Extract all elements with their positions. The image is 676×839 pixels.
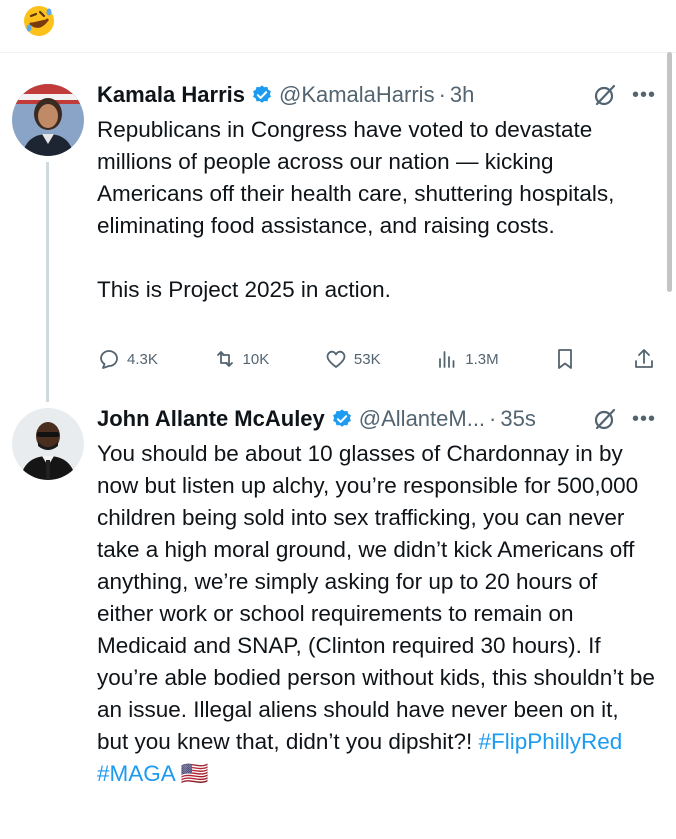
grok-icon[interactable] bbox=[592, 82, 618, 108]
repost-button[interactable]: 10K bbox=[213, 347, 270, 371]
author-handle[interactable]: @KamalaHarris bbox=[279, 82, 435, 108]
author-name[interactable]: John Allante McAuley bbox=[97, 406, 325, 432]
tweet-actions: 4.3K 10K 53K 1.3M bbox=[97, 342, 656, 376]
like-count: 53K bbox=[353, 350, 381, 368]
repost-icon bbox=[216, 351, 233, 367]
author-name[interactable]: Kamala Harris bbox=[97, 82, 245, 108]
bookmark-button[interactable] bbox=[553, 347, 577, 371]
rolling-on-floor-laughing-emoji bbox=[24, 6, 54, 36]
separator-dot: · bbox=[489, 406, 497, 431]
bookmark-icon bbox=[558, 349, 573, 369]
tweet-text: Republicans in Congress have voted to de… bbox=[97, 117, 615, 302]
author-handle[interactable]: @AllanteM... bbox=[359, 406, 485, 432]
repost-count: 10K bbox=[242, 350, 270, 368]
us-flag-emoji: 🇺🇸 bbox=[180, 761, 209, 786]
more-icon[interactable]: ••• bbox=[632, 409, 656, 429]
heart-icon bbox=[326, 350, 346, 368]
timestamp[interactable]: 3h bbox=[450, 82, 474, 108]
tweet[interactable]: Kamala Harris @KamalaHarris · 3h ••• Rep… bbox=[0, 76, 676, 402]
tweet-header: Kamala Harris @KamalaHarris · 3h ••• bbox=[97, 76, 656, 114]
grok-icon[interactable] bbox=[592, 406, 618, 432]
reply-count: 4.3K bbox=[127, 350, 158, 368]
tweet[interactable]: John Allante McAuley @AllanteM... · 35s … bbox=[0, 400, 676, 830]
reply-button[interactable]: 4.3K bbox=[97, 347, 158, 371]
top-divider bbox=[0, 52, 676, 53]
tweet-body: You should be about 10 glasses of Chardo… bbox=[97, 441, 662, 754]
tweet-text: You should be about 10 glasses of Chardo… bbox=[97, 438, 656, 790]
verified-badge-icon bbox=[253, 85, 271, 103]
views-button[interactable]: 1.3M bbox=[435, 347, 499, 371]
more-icon[interactable]: ••• bbox=[632, 85, 656, 105]
hashtag-link[interactable]: #MAGA bbox=[97, 761, 175, 786]
timestamp[interactable]: 35s bbox=[500, 406, 535, 432]
share-icon bbox=[635, 349, 653, 368]
thread-line bbox=[46, 162, 49, 402]
views-count: 1.3M bbox=[465, 350, 499, 368]
like-button[interactable]: 53K bbox=[324, 347, 381, 371]
verified-badge-icon bbox=[332, 409, 351, 427]
hashtag-link[interactable]: #FlipPhillyRed bbox=[479, 729, 623, 754]
share-button[interactable] bbox=[632, 347, 656, 371]
avatar[interactable] bbox=[12, 84, 84, 156]
tweet-header: John Allante McAuley @AllanteM... · 35s … bbox=[97, 400, 656, 438]
analytics-icon bbox=[439, 351, 455, 368]
avatar[interactable] bbox=[12, 408, 84, 480]
reply-icon bbox=[100, 350, 118, 369]
separator-dot: · bbox=[438, 82, 446, 107]
